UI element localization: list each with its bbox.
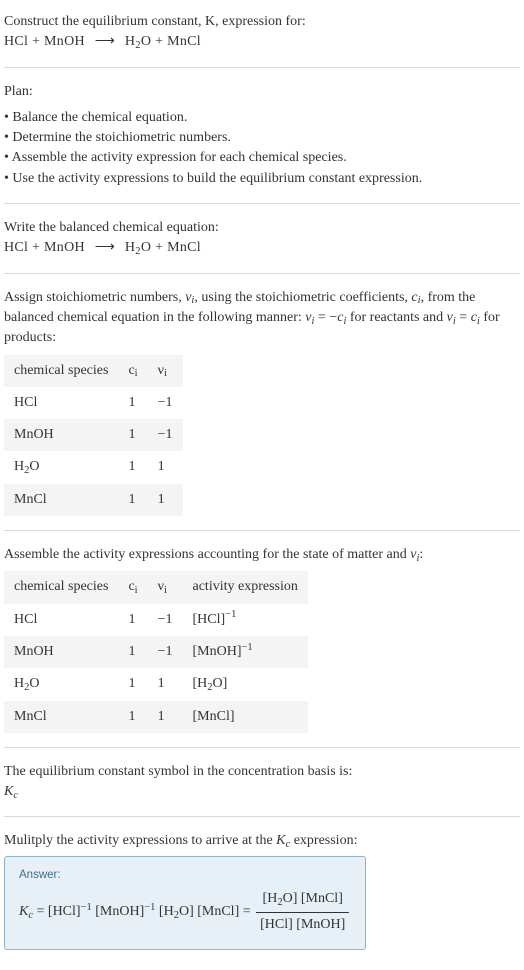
answer-label: Answer: <box>19 867 351 884</box>
cell-species: MnCl <box>4 484 118 516</box>
cell-ci: 1 <box>118 387 147 419</box>
answer-fraction: [H2O] [MnCl] [HCl] [MnOH] <box>256 889 349 935</box>
cell-nui: 1 <box>148 451 183 483</box>
cell-nui: −1 <box>148 419 183 451</box>
answer-numerator: [H2O] [MnCl] <box>256 889 349 911</box>
col-nui: νi <box>148 571 183 603</box>
divider <box>4 816 520 817</box>
cell-species: MnOH <box>4 636 118 668</box>
table-row: MnOH 1 −1 [MnOH]−1 <box>4 636 308 668</box>
plan-title: Plan: <box>4 82 520 102</box>
header-equation: HCl + MnOH ⟶ H2O + MnCl <box>4 32 520 52</box>
divider <box>4 530 520 531</box>
cell-nui: 1 <box>148 668 183 700</box>
table-header-row: chemical species ci νi activity expressi… <box>4 571 308 603</box>
plan-section: Plan: • Balance the chemical equation. •… <box>4 82 520 189</box>
divider <box>4 203 520 204</box>
col-species: chemical species <box>4 355 118 387</box>
cell-species: H2O <box>4 451 118 483</box>
cell-nui: 1 <box>148 701 183 733</box>
table-row: MnCl 1 1 <box>4 484 183 516</box>
cell-species: HCl <box>4 604 118 636</box>
activity-title: Assemble the activity expressions accoun… <box>4 545 520 565</box>
cell-species: HCl <box>4 387 118 419</box>
divider <box>4 273 520 274</box>
divider <box>4 747 520 748</box>
stoich-table: chemical species ci νi HCl 1 −1 MnOH 1 −… <box>4 355 183 516</box>
balanced-equation-section: Write the balanced chemical equation: HC… <box>4 218 520 259</box>
plan-item: • Use the activity expressions to build … <box>4 169 520 189</box>
answer-expression: Kc = [HCl]−1 [MnOH]−1 [H2O] [MnCl] = [H2… <box>19 889 351 935</box>
multiply-section: Mulitply the activity expressions to arr… <box>4 831 520 950</box>
balanced-equation: HCl + MnOH ⟶ H2O + MnCl <box>4 238 520 258</box>
balanced-title: Write the balanced chemical equation: <box>4 218 520 238</box>
col-ci: ci <box>118 355 147 387</box>
divider <box>4 67 520 68</box>
cell-ci: 1 <box>118 484 147 516</box>
plan-item: • Balance the chemical equation. <box>4 108 520 128</box>
cell-ci: 1 <box>118 604 147 636</box>
answer-lhs: Kc = [HCl]−1 [MnOH]−1 [H2O] [MnCl] = <box>19 904 254 919</box>
plan-item: • Assemble the activity expression for e… <box>4 148 520 168</box>
activity-table: chemical species ci νi activity expressi… <box>4 571 308 732</box>
cell-nui: 1 <box>148 484 183 516</box>
answer-denominator: [HCl] [MnOH] <box>256 912 349 935</box>
col-nui: νi <box>148 355 183 387</box>
col-activity-expr: activity expression <box>183 571 308 603</box>
table-header-row: chemical species ci νi <box>4 355 183 387</box>
cell-nui: −1 <box>148 636 183 668</box>
cell-species: H2O <box>4 668 118 700</box>
cell-ci: 1 <box>118 419 147 451</box>
stoich-section: Assign stoichiometric numbers, νi, using… <box>4 288 520 516</box>
table-row: MnCl 1 1 [MnCl] <box>4 701 308 733</box>
cell-activity-expr: [MnOH]−1 <box>183 636 308 668</box>
col-species: chemical species <box>4 571 118 603</box>
activity-section: Assemble the activity expressions accoun… <box>4 545 520 733</box>
plan-item: • Determine the stoichiometric numbers. <box>4 128 520 148</box>
symbol-title: The equilibrium constant symbol in the c… <box>4 762 520 782</box>
cell-activity-expr: [HCl]−1 <box>183 604 308 636</box>
cell-nui: −1 <box>148 387 183 419</box>
symbol-value: Kc <box>4 782 520 802</box>
table-row: MnOH 1 −1 <box>4 419 183 451</box>
header-line1: Construct the equilibrium constant, K, e… <box>4 12 520 32</box>
table-row: HCl 1 −1 <box>4 387 183 419</box>
symbol-section: The equilibrium constant symbol in the c… <box>4 762 520 803</box>
table-row: H2O 1 1 [H2O] <box>4 668 308 700</box>
table-row: H2O 1 1 <box>4 451 183 483</box>
cell-activity-expr: [MnCl] <box>183 701 308 733</box>
cell-ci: 1 <box>118 701 147 733</box>
cell-nui: −1 <box>148 604 183 636</box>
cell-ci: 1 <box>118 636 147 668</box>
col-ci: ci <box>118 571 147 603</box>
header-section: Construct the equilibrium constant, K, e… <box>4 12 520 53</box>
cell-species: MnCl <box>4 701 118 733</box>
cell-ci: 1 <box>118 668 147 700</box>
multiply-title: Mulitply the activity expressions to arr… <box>4 831 520 851</box>
answer-box: Answer: Kc = [HCl]−1 [MnOH]−1 [H2O] [MnC… <box>4 856 366 950</box>
table-row: HCl 1 −1 [HCl]−1 <box>4 604 308 636</box>
stoich-text: Assign stoichiometric numbers, νi, using… <box>4 288 520 349</box>
cell-species: MnOH <box>4 419 118 451</box>
cell-ci: 1 <box>118 451 147 483</box>
cell-activity-expr: [H2O] <box>183 668 308 700</box>
